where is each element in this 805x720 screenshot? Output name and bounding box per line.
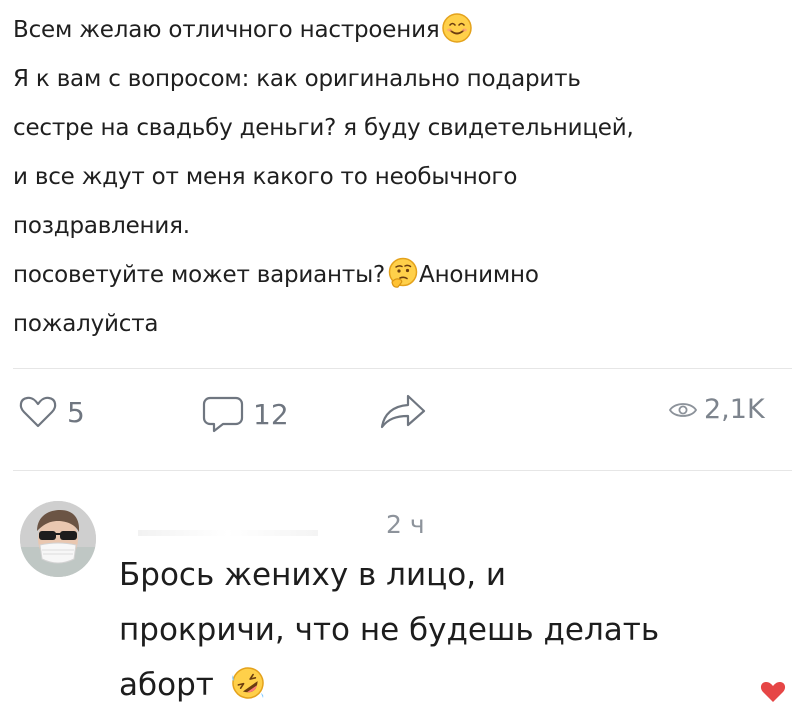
rolling-on-floor-laughing-emoji <box>230 664 266 700</box>
post-line-7: пожалуйста <box>13 311 159 337</box>
comment-line-2: прокричи, что не будешь делать <box>119 612 660 648</box>
post-line-3: сестре на свадьбу деньги? я буду свидете… <box>13 115 634 141</box>
heart-filled-icon <box>760 681 786 708</box>
post-line-6: посоветуйте может варианты? Анонимно <box>13 251 793 300</box>
divider <box>13 470 792 471</box>
post-line-1: Всем желаю отличного настроения <box>13 6 793 55</box>
comment-icon <box>201 394 245 434</box>
smiling-face-emoji <box>441 12 473 44</box>
like-count: 5 <box>67 395 85 429</box>
eye-icon <box>668 400 698 420</box>
views-counter: 2,1K <box>668 394 765 425</box>
post-body: Всем желаю отличного настроения Я к вам … <box>13 6 793 349</box>
divider <box>13 368 792 369</box>
comment-text: аборт <box>119 667 214 703</box>
avatar[interactable] <box>20 501 96 577</box>
views-count: 2,1K <box>704 394 765 425</box>
comment-line-3: аборт <box>119 658 769 713</box>
comment-count: 12 <box>253 397 289 431</box>
thinking-face-emoji <box>387 257 419 289</box>
comment-button[interactable]: 12 <box>201 394 289 434</box>
heart-icon <box>18 394 58 430</box>
comment-author-name[interactable] <box>138 530 318 536</box>
post-line-2: Я к вам с вопросом: как оригинально пода… <box>13 66 581 92</box>
comment-like-button[interactable] <box>760 680 786 708</box>
post-text: Всем желаю отличного настроения <box>13 17 440 43</box>
comment-line-1: Брось жениху в лицо, и <box>119 557 507 593</box>
post-line-5: поздравления. <box>13 213 190 239</box>
post-actions-bar: 5 12 2,1K <box>0 394 805 454</box>
post-text: посоветуйте может варианты? <box>13 262 386 288</box>
post-text: Анонимно <box>419 262 539 288</box>
share-button[interactable] <box>378 392 428 432</box>
comment-time: 2 ч <box>386 510 425 539</box>
post-line-4: и все ждут от меня какого то необычного <box>13 164 518 190</box>
comment-body: Брось жениху в лицо, и прокричи, что не … <box>119 548 769 713</box>
like-button[interactable]: 5 <box>18 394 85 430</box>
share-icon <box>378 392 428 432</box>
